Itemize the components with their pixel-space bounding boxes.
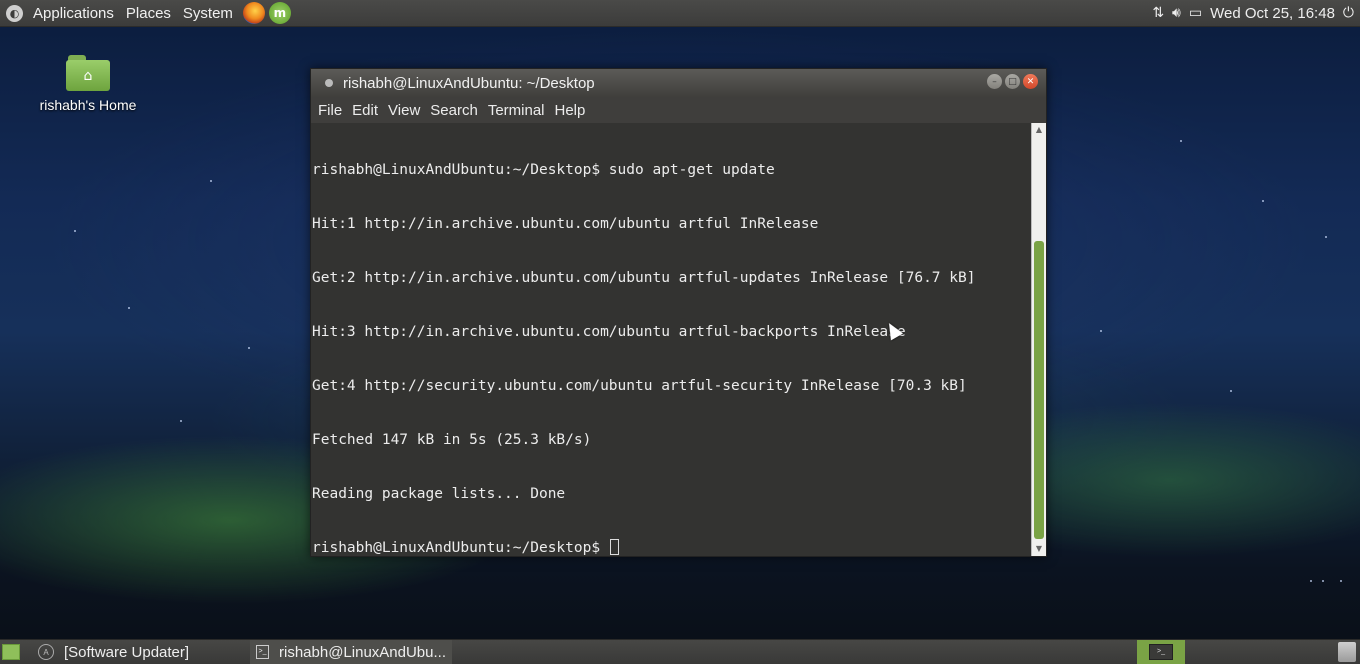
clock[interactable]: Wed Oct 25, 16:48	[1210, 5, 1335, 22]
workspace-window-icon: >_	[1149, 644, 1173, 660]
workspace-switcher[interactable]: >_	[1137, 640, 1185, 664]
window-controls: – □ ✕	[987, 74, 1038, 89]
window-titlebar[interactable]: rishabh@LinuxAndUbuntu: ~/Desktop – □ ✕	[311, 69, 1046, 97]
terminal-line: Reading package lists... Done	[312, 486, 566, 502]
maximize-button[interactable]: □	[1005, 74, 1020, 89]
terminal-scrollbar[interactable]: ▲ ▼	[1031, 123, 1046, 556]
taskbar-item-label: [Software Updater]	[64, 643, 190, 661]
terminal-prompt-line[interactable]: rishabh@LinuxAndUbuntu:~/Desktop$	[312, 539, 1032, 556]
system-tray: ⇅ 🔊︎ ▭ Wed Oct 25, 16:48 ⏻	[1152, 5, 1360, 22]
scrollbar-thumb[interactable]	[1034, 241, 1044, 539]
terminal-menubar: File Edit View Search Terminal Help	[311, 97, 1046, 123]
minimize-button[interactable]: –	[987, 74, 1002, 89]
home-folder-icon: ⌂	[66, 55, 110, 91]
home-label: rishabh's Home	[39, 97, 137, 113]
window-menu-icon[interactable]	[325, 79, 333, 87]
menu-edit[interactable]: Edit	[347, 102, 383, 119]
scroll-up-arrow-icon[interactable]: ▲	[1032, 123, 1046, 137]
terminal-window[interactable]: rishabh@LinuxAndUbuntu: ~/Desktop – □ ✕ …	[310, 68, 1047, 557]
menu-help[interactable]: Help	[550, 102, 591, 119]
bottom-panel: A [Software Updater] >_ rishabh@LinuxAnd…	[0, 639, 1360, 664]
desktop-home-icon[interactable]: ⌂ rishabh's Home	[28, 55, 148, 113]
menu-applications[interactable]: Applications	[27, 5, 120, 22]
terminal-line: rishabh@LinuxAndUbuntu:~/Desktop$ sudo a…	[312, 162, 775, 178]
volume-icon[interactable]: 🔊︎	[1172, 5, 1181, 21]
terminal-text: rishabh@LinuxAndUbuntu:~/Desktop$ sudo a…	[311, 123, 1032, 556]
trash-icon[interactable]	[1338, 642, 1356, 662]
menu-terminal[interactable]: Terminal	[483, 102, 550, 119]
show-desktop-button[interactable]	[2, 644, 20, 660]
terminal-line: Fetched 147 kB in 5s (25.3 kB/s)	[312, 432, 592, 448]
terminal-line: Get:2 http://in.archive.ubuntu.com/ubunt…	[312, 270, 976, 286]
text-cursor	[609, 539, 619, 555]
menu-view[interactable]: View	[383, 102, 425, 119]
terminal-line: Get:4 http://security.ubuntu.com/ubuntu …	[312, 378, 967, 394]
taskbar-item-software-updater[interactable]: A [Software Updater]	[32, 640, 224, 664]
network-updown-icon[interactable]: ⇅	[1152, 5, 1164, 21]
top-panel: ◐ Applications Places System m ⇅ 🔊︎ ▭ We…	[0, 0, 1360, 27]
battery-icon[interactable]: ▭	[1189, 5, 1202, 21]
taskbar-item-label: rishabh@LinuxAndUbu...	[279, 643, 446, 661]
close-button[interactable]: ✕	[1023, 74, 1038, 89]
menu-system[interactable]: System	[177, 5, 239, 22]
firefox-icon[interactable]	[242, 2, 265, 24]
scroll-down-arrow-icon[interactable]: ▼	[1032, 542, 1046, 556]
mint-launcher-icon[interactable]: m	[268, 2, 291, 24]
power-icon[interactable]: ⏻	[1343, 5, 1354, 21]
menu-file[interactable]: File	[313, 102, 347, 119]
menu-search[interactable]: Search	[425, 102, 483, 119]
mint-logo-icon[interactable]: ◐	[6, 4, 23, 22]
terminal-line: Hit:1 http://in.archive.ubuntu.com/ubunt…	[312, 216, 819, 232]
window-title: rishabh@LinuxAndUbuntu: ~/Desktop	[343, 74, 595, 92]
taskbar-item-terminal[interactable]: >_ rishabh@LinuxAndUbu...	[250, 640, 452, 664]
terminal-prompt: rishabh@LinuxAndUbuntu:~/Desktop$	[312, 540, 609, 556]
terminal-icon: >_	[256, 645, 269, 659]
terminal-output[interactable]: rishabh@LinuxAndUbuntu:~/Desktop$ sudo a…	[311, 123, 1032, 556]
terminal-line: Hit:3 http://in.archive.ubuntu.com/ubunt…	[312, 324, 906, 340]
software-updater-icon: A	[38, 644, 54, 660]
menu-places[interactable]: Places	[120, 5, 177, 22]
